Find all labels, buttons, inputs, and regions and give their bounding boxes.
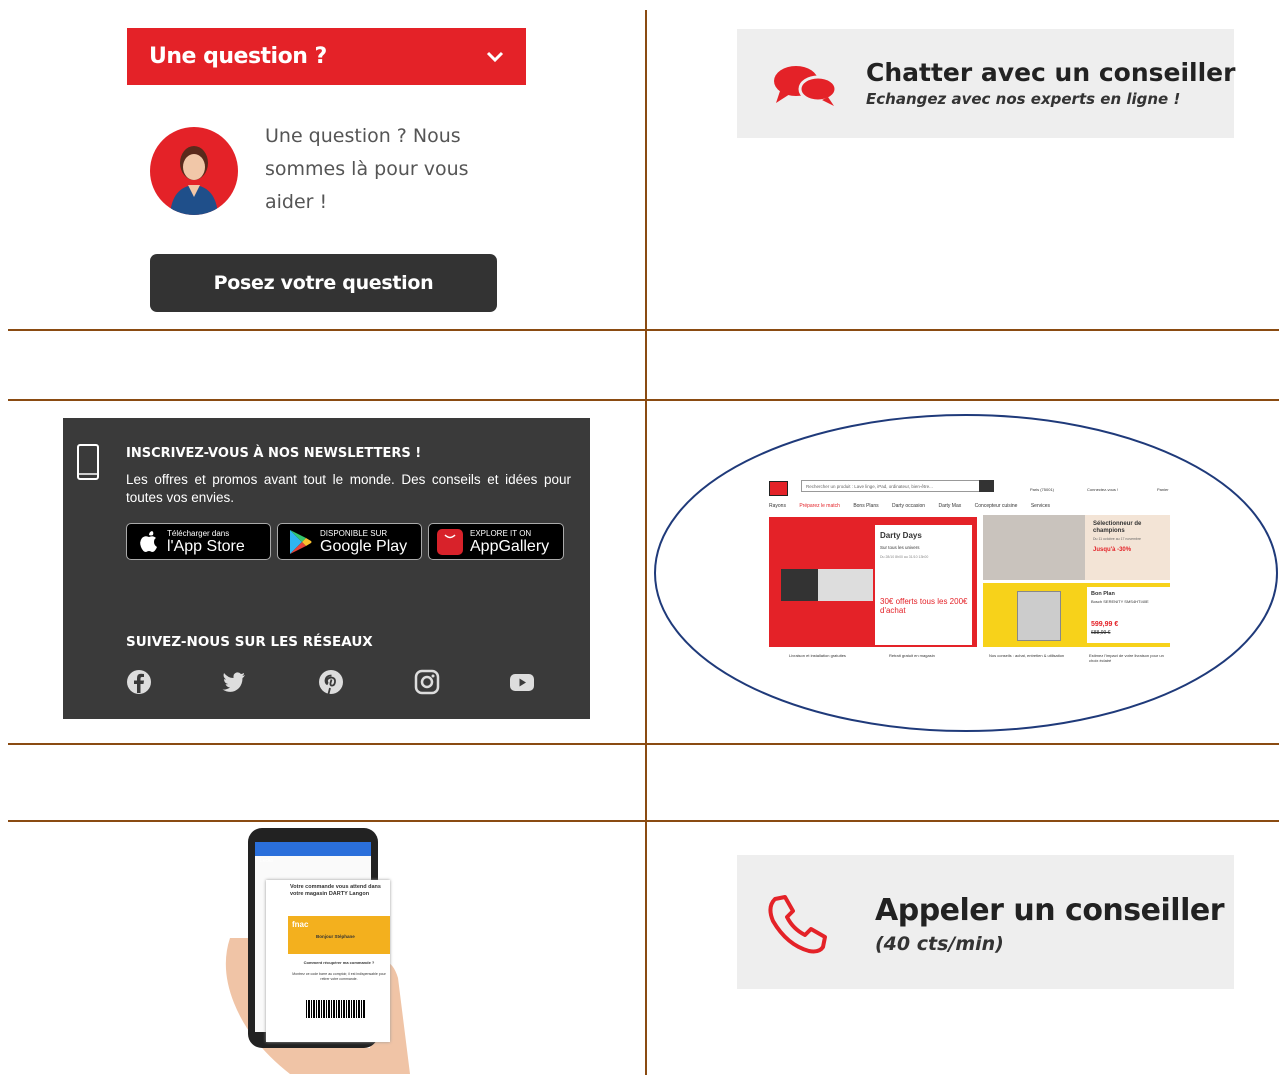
champions-banner: Sélectionneur de champions Du 11 octobre…: [983, 515, 1170, 580]
promo-banner: Darty Days Sur tous les univers Du 28/10…: [769, 517, 977, 647]
appgallery-badge[interactable]: EXPLORE IT ON AppGallery: [428, 523, 564, 560]
phone-brand: fnac: [292, 920, 309, 929]
phone-email-card: Votre commande vous attend dans votre ma…: [266, 880, 390, 1042]
apple-icon: [140, 530, 157, 552]
deal-banner: Bon Plan Bosch SERENITY SMS4HTI40E 599,9…: [983, 583, 1170, 647]
app-store-small: Télécharger dans: [167, 528, 230, 538]
youtube-icon[interactable]: [509, 669, 535, 695]
site-nav-item: Services: [1030, 503, 1051, 509]
facebook-icon[interactable]: [126, 669, 152, 695]
promo-card: Darty Days Sur tous les univers Du 28/10…: [875, 525, 972, 645]
site-nav-item: Darty occasion: [892, 503, 926, 509]
row-divider: [8, 399, 1279, 401]
search-icon: [979, 480, 994, 492]
google-play-badge[interactable]: DISPONIBLE SUR Google Play: [277, 523, 422, 560]
question-help-text: Une question ? Nous sommes là pour vous …: [265, 125, 469, 213]
huawei-icon: [437, 528, 463, 555]
app-store-badge[interactable]: Télécharger dans l'App Store: [126, 523, 271, 560]
pinterest-icon[interactable]: [318, 669, 344, 695]
site-nav-item: Préparez le match: [799, 503, 840, 509]
phone-in-hand-image: Lecko Votre commande vous attend dans vo…: [220, 828, 410, 1074]
deal-price: 599,99 €: [1091, 621, 1119, 628]
site-nav-item: Concepteur cuisine: [974, 503, 1018, 509]
feature-item: Retrait gratuit en magasin: [889, 653, 935, 658]
promo-dates: Du 28/10 8h00 au 31/10 13h00: [880, 555, 929, 559]
phone-brand-banner: fnac Bonjour Stéphane: [288, 916, 390, 954]
deal-product: Bosch SERENITY SMS4HTI40E: [1091, 599, 1149, 604]
champions-dates: Du 11 octobre au 17 novembre: [1093, 537, 1141, 541]
site-nav-item: Rayons: [769, 503, 786, 509]
champions-image: [983, 515, 1085, 580]
deal-title: Bon Plan: [1091, 591, 1115, 597]
phone-app-header: Lecko: [260, 858, 274, 864]
phone-instructions: Montrez ce code barre au comptoir, il es…: [292, 972, 386, 981]
site-search-bar: Rechercher un produit : Lave linge, iPad…: [801, 480, 994, 492]
appgallery-small: EXPLORE IT ON: [470, 528, 532, 538]
site-nav-item: Darty Max: [938, 503, 962, 509]
google-play-icon: [290, 529, 312, 554]
column-divider: [645, 10, 647, 1075]
champions-discount: Jusqu'à -30%: [1093, 547, 1132, 553]
call-subtitle: (40 cts/min): [875, 933, 1004, 955]
advisor-avatar: [150, 127, 238, 215]
instagram-icon[interactable]: [414, 669, 440, 695]
row-divider: [8, 820, 1279, 822]
deal-card: Bon Plan Bosch SERENITY SMS4HTI40E 599,9…: [1087, 587, 1170, 643]
ask-question-button[interactable]: Posez votre question: [150, 254, 497, 312]
darty-site-screenshot: Rechercher un produit : Lave linge, iPad…: [765, 475, 1170, 677]
site-search-placeholder: Rechercher un produit : Lave linge, iPad…: [806, 483, 933, 489]
chat-title: Chatter avec un conseiller: [866, 58, 1236, 87]
social-title: SUIVEZ-NOUS SUR LES RÉSEAUX: [126, 634, 373, 650]
promo-title: Darty Days: [880, 531, 922, 540]
chevron-down-icon: [486, 51, 504, 62]
barcode: [306, 1000, 366, 1018]
smartphone-icon: [77, 444, 99, 480]
chat-subtitle: Echangez avec nos experts en ligne !: [866, 90, 1181, 108]
dishwasher-image: [1017, 591, 1061, 641]
newsletter-text: Les offres et promos avant tout le monde…: [126, 472, 571, 505]
phone-email-title: Votre commande vous attend dans votre ma…: [290, 884, 381, 897]
feature-item: Estimez l'impact de votre livraison pour…: [1089, 653, 1164, 663]
cart-label: Panier: [1157, 487, 1169, 492]
phone-greeting: Bonjour Stéphane: [316, 934, 355, 939]
chat-bubbles-icon: [774, 66, 838, 106]
darty-logo: [769, 481, 788, 496]
account-label: Connectez-vous !: [1087, 487, 1119, 492]
question-accordion-header[interactable]: Une question ?: [127, 28, 526, 85]
phone-icon: [768, 895, 827, 954]
appgallery-big: AppGallery: [470, 537, 550, 555]
site-nav-item: Bons Plans: [853, 503, 879, 509]
site-nav: Rayons Préparez le match Bons Plans Dart…: [769, 503, 1050, 509]
phone-question: Comment récupérer ma commande ?: [303, 960, 375, 965]
google-play-small: DISPONIBLE SUR: [320, 528, 388, 538]
promo-offer: 30€ offerts tous les 200€ d'achat: [880, 597, 968, 615]
row-divider: [8, 743, 1279, 745]
deal-old-price: 688,99 €: [1091, 630, 1111, 636]
store-label: Paris (75001): [1030, 487, 1055, 492]
promo-subtitle: Sur tous les univers: [880, 545, 920, 550]
feature-item: Nos conseils : achat, entretien & utilis…: [989, 653, 1065, 658]
feature-item: Livraison et installation gratuites: [789, 653, 846, 658]
row-divider: [8, 329, 1279, 331]
newsletter-title: INSCRIVEZ-VOUS À NOS NEWSLETTERS !: [126, 446, 422, 461]
champions-title: Sélectionneur de champions: [1093, 521, 1142, 534]
call-title: Appeler un conseiller: [875, 893, 1225, 928]
newsletter-panel: INSCRIVEZ-VOUS À NOS NEWSLETTERS ! Les o…: [63, 418, 590, 719]
twitter-icon[interactable]: [221, 669, 247, 695]
app-store-big: l'App Store: [167, 537, 245, 555]
question-header-title: Une question ?: [149, 44, 327, 69]
google-play-big: Google Play: [320, 537, 408, 555]
promo-products: [781, 569, 873, 601]
features-strip: Livraison et installation gratuites Retr…: [769, 653, 1170, 675]
